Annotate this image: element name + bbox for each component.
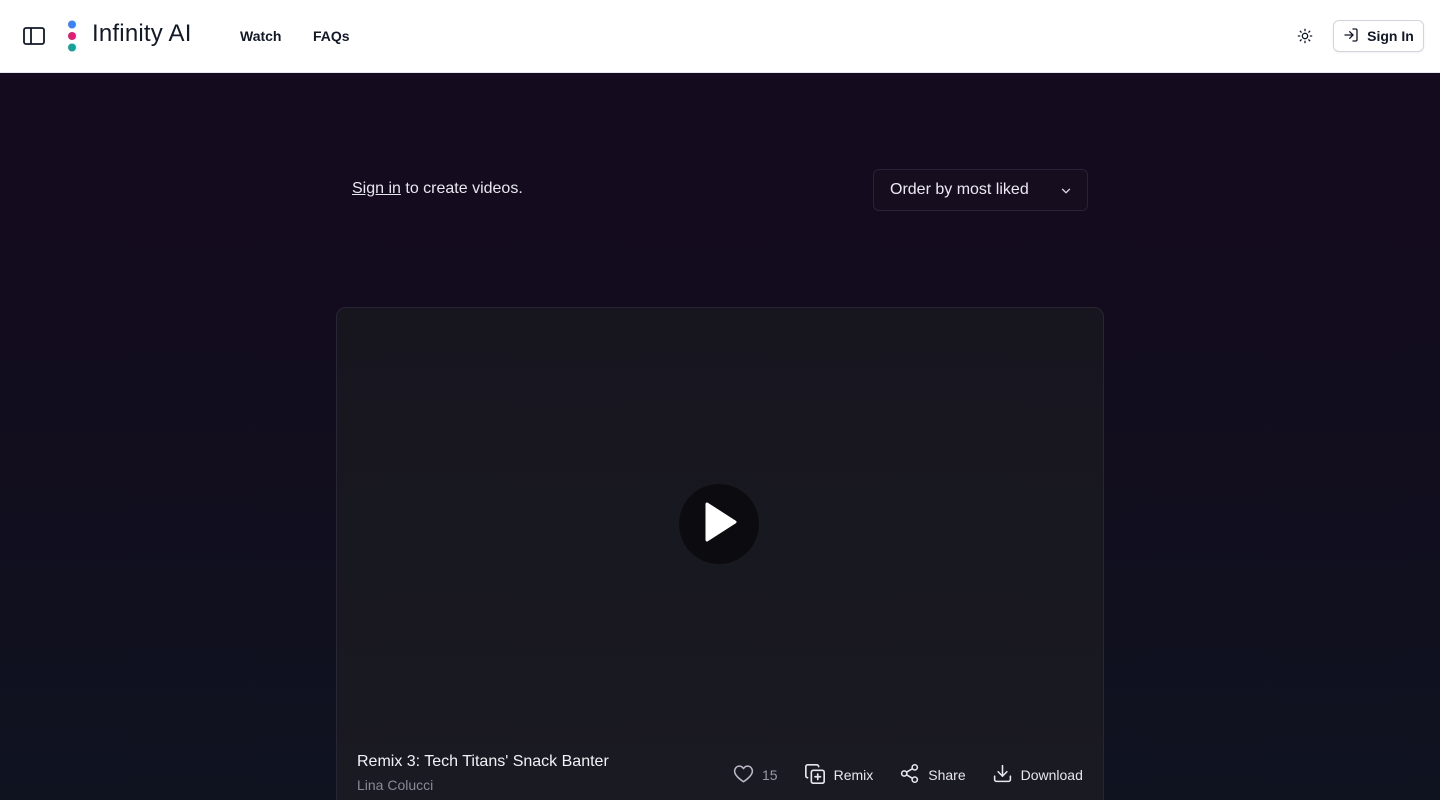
video-actions: 15 Remix Share Download	[733, 763, 1083, 787]
sign-in-link[interactable]: Sign in	[352, 180, 401, 197]
sun-icon[interactable]	[1295, 26, 1315, 46]
brand-name[interactable]: Infinity AI	[92, 20, 192, 48]
heart-icon	[733, 764, 754, 786]
log-in-icon	[1343, 27, 1359, 46]
order-select-value: Order by most liked	[890, 181, 1029, 198]
sign-in-button[interactable]: Sign In	[1333, 20, 1424, 52]
video-title[interactable]: Remix 3: Tech Titans' Snack Banter	[357, 753, 609, 771]
download-icon	[992, 763, 1013, 787]
order-select[interactable]: Order by most liked	[873, 169, 1088, 211]
like-button[interactable]: 15	[733, 764, 778, 786]
share-button[interactable]: Share	[899, 763, 966, 787]
remix-label: Remix	[833, 767, 874, 783]
top-navbar: Infinity AI Watch FAQs Sign In	[0, 0, 1440, 73]
video-card: Remix 3: Tech Titans' Snack Banter Lina …	[336, 307, 1104, 800]
nav-faqs[interactable]: FAQs	[313, 28, 350, 44]
logo-icon	[67, 20, 77, 52]
sign-in-prompt: Sign in to create videos.	[352, 180, 523, 198]
share-icon	[899, 763, 920, 787]
video-author[interactable]: Lina Colucci	[357, 777, 433, 793]
nav-watch[interactable]: Watch	[240, 28, 281, 44]
chevron-down-icon	[1059, 184, 1073, 198]
like-count: 15	[762, 767, 778, 783]
download-button[interactable]: Download	[992, 763, 1083, 787]
play-button[interactable]	[679, 484, 759, 564]
sign-in-prompt-text: to create videos.	[400, 180, 523, 197]
copy-plus-icon	[804, 763, 826, 788]
remix-button[interactable]: Remix	[804, 763, 874, 788]
download-label: Download	[1020, 767, 1083, 783]
play-icon	[699, 500, 739, 549]
sidebar-toggle-icon[interactable]	[22, 24, 46, 48]
share-label: Share	[928, 767, 966, 783]
sign-in-label: Sign In	[1367, 28, 1414, 44]
